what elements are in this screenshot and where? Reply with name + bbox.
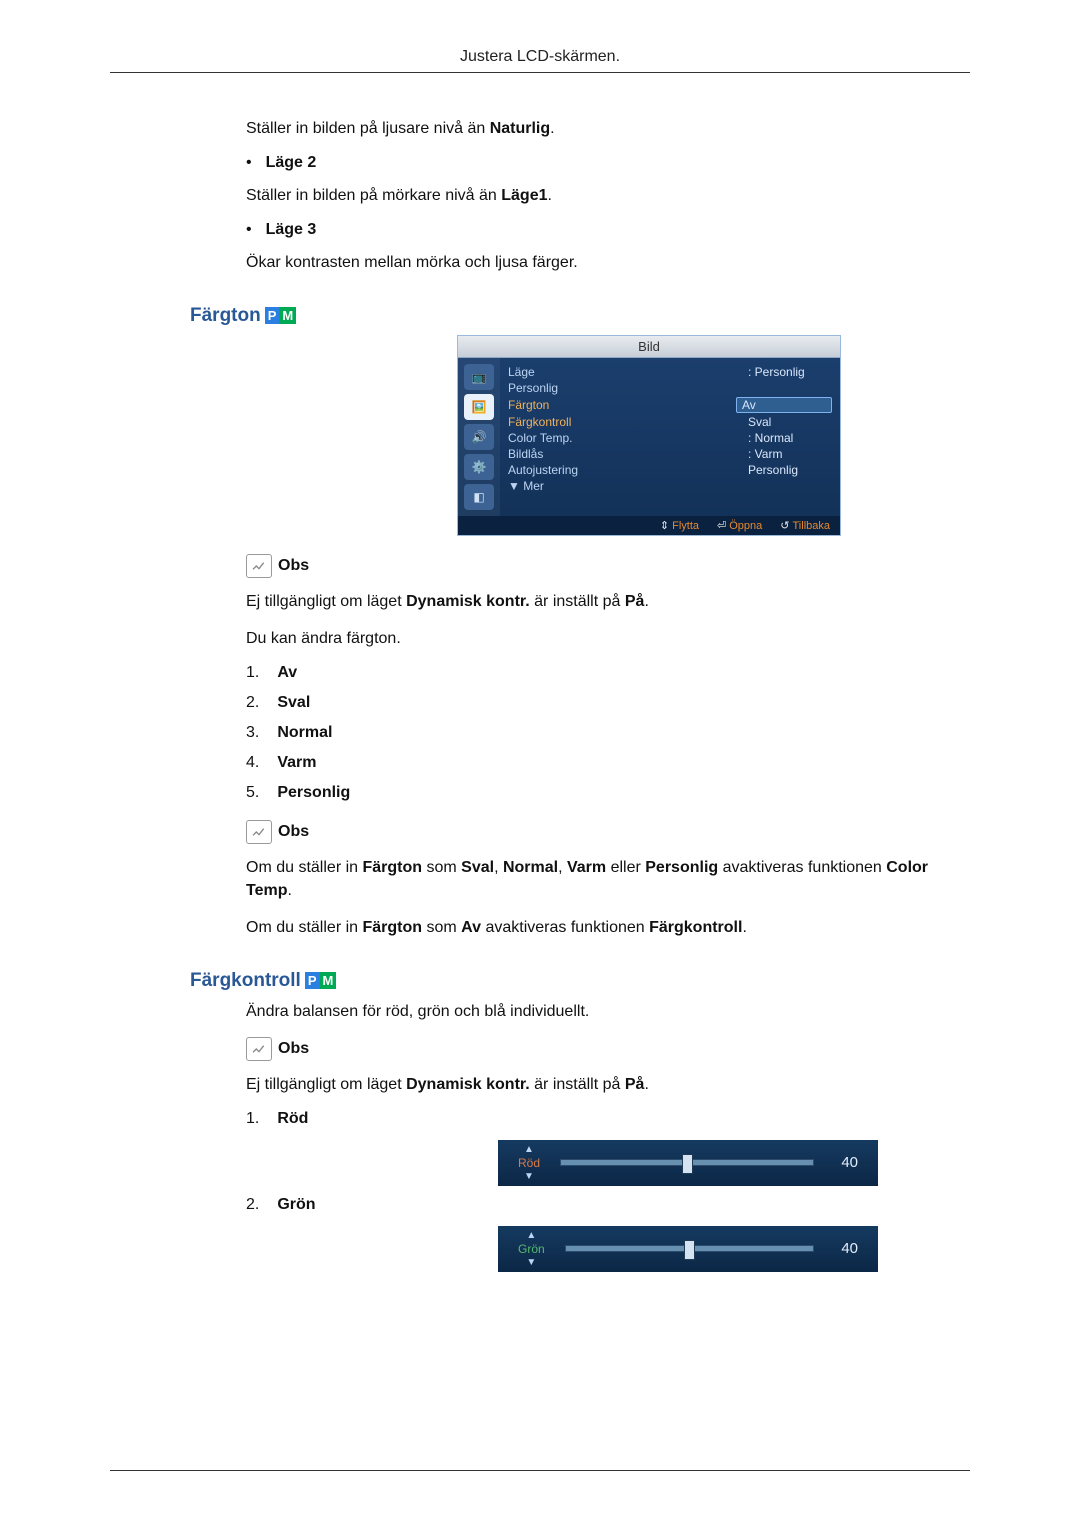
section-fargkontroll-title: Färgkontroll PM xyxy=(190,970,950,992)
obs3-line1: Ej tillgängligt om läget Dynamisk kontr.… xyxy=(246,1073,950,1096)
osd-row: FärgtonAv xyxy=(508,396,832,414)
osd-row: ▼ Mer xyxy=(508,478,832,494)
osd-row: Läge: Personlig xyxy=(508,364,832,380)
slider-knob xyxy=(684,1240,695,1260)
mode3-desc: Ökar kontrasten mellan mörka och ljusa f… xyxy=(246,251,950,274)
osd-footer-item: ↺Tillbaka xyxy=(780,519,830,532)
intro-line1: Ställer in bilden på ljusare nivå än Nat… xyxy=(246,117,950,140)
option-item: 5.Personlig xyxy=(246,784,950,802)
osd-menu: Bild 📺 🖼️ 🔊 ⚙️ ◧ Läge: PersonligPersonli… xyxy=(457,335,841,536)
note-icon xyxy=(246,820,272,844)
osd-row: Color Temp.: Normal xyxy=(508,430,832,446)
osd-row: Personlig xyxy=(508,380,832,396)
osd-row: AutojusteringPersonlig xyxy=(508,462,832,478)
obs2-heading: Obs xyxy=(246,820,950,844)
obs1-line1: Ej tillgängligt om läget Dynamisk kontr.… xyxy=(246,590,950,613)
top-rule xyxy=(110,72,970,73)
note-icon xyxy=(246,554,272,578)
mode2-desc: Ställer in bilden på mörkare nivå än Läg… xyxy=(246,184,950,207)
slider-knob xyxy=(682,1154,693,1174)
obs2-p2: Om du ställer in Färgton som Av avaktive… xyxy=(246,916,950,939)
option-item: 3.Normal xyxy=(246,724,950,742)
osd-icon-setup: ⚙️ xyxy=(464,454,494,480)
obs1-heading: Obs xyxy=(246,554,950,578)
osd-row: FärgkontrollSval xyxy=(508,414,832,430)
obs1-line2: Du kan ändra färgton. xyxy=(246,627,950,650)
obs3-heading: Obs xyxy=(246,1037,950,1061)
slider-value: 40 xyxy=(834,1240,858,1257)
content-area: Ställer in bilden på ljusare nivå än Nat… xyxy=(190,117,950,1272)
pm-badge: PM xyxy=(265,307,297,324)
color-slider: ▲Röd▼ 40 xyxy=(498,1140,878,1186)
slider-track xyxy=(565,1245,814,1252)
mode2-heading: •Läge 2 xyxy=(246,154,950,172)
section-fargton-title: Färgton PM xyxy=(190,305,950,327)
slider-label: ▲Grön▼ xyxy=(518,1242,545,1256)
option-item: 4.Varm xyxy=(246,754,950,772)
page-title: Justera LCD-skärmen. xyxy=(110,48,970,72)
osd-icon-picture: 🖼️ xyxy=(464,394,494,420)
slider-track xyxy=(560,1159,814,1166)
osd-footer-item: ⏎Öppna xyxy=(717,519,762,532)
slider-label: ▲Röd▼ xyxy=(518,1156,540,1170)
fargkontroll-desc: Ändra balansen för röd, grön och blå ind… xyxy=(246,1000,950,1023)
osd-footer-item: ⇕Flytta xyxy=(660,519,699,532)
mode3-heading: •Läge 3 xyxy=(246,221,950,239)
slider-option: 1.Röd xyxy=(246,1110,950,1128)
slider-value: 40 xyxy=(834,1154,858,1171)
bottom-rule xyxy=(110,1470,970,1471)
color-slider: ▲Grön▼ 40 xyxy=(498,1226,878,1272)
option-item: 2.Sval xyxy=(246,694,950,712)
note-icon xyxy=(246,1037,272,1061)
slider-option: 2.Grön xyxy=(246,1196,950,1214)
osd-icon-sound: 🔊 xyxy=(464,424,494,450)
option-item: 1.Av xyxy=(246,664,950,682)
osd-icon-input: 📺 xyxy=(464,364,494,390)
osd-icon-multi: ◧ xyxy=(464,484,494,510)
pm-badge: PM xyxy=(305,972,337,989)
osd-row: Bildlås: Varm xyxy=(508,446,832,462)
obs2-p1: Om du ställer in Färgton som Sval, Norma… xyxy=(246,856,950,902)
osd-title: Bild xyxy=(458,336,840,358)
